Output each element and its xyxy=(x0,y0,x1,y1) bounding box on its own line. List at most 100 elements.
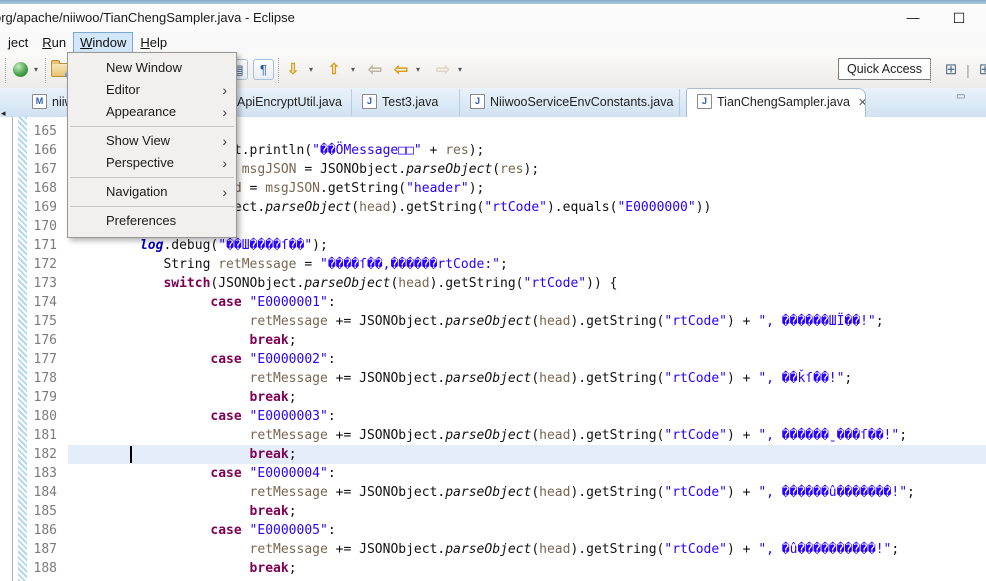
method-token: parseObject xyxy=(265,200,351,215)
code-token: += JSONObject. xyxy=(328,371,445,386)
code-line[interactable]: retMessage += JSONObject.parseObject(hea… xyxy=(68,426,986,445)
method-token: parseObject xyxy=(406,162,492,177)
previous-annotation-button[interactable]: ⇧ xyxy=(324,60,344,80)
run-dropdown-caret[interactable]: ▾ xyxy=(31,60,41,80)
back-caret[interactable]: ▾ xyxy=(413,60,423,80)
menu-item-editor[interactable]: Editor› xyxy=(68,79,236,101)
whitespace-icon: ¶ xyxy=(260,62,267,77)
back-button[interactable]: ⇦ xyxy=(390,60,412,80)
code-line[interactable]: break; xyxy=(68,502,986,521)
code-line[interactable]: case "E0000003": xyxy=(68,407,986,426)
code-token: ( xyxy=(531,485,539,500)
menubar-item-project[interactable]: ject xyxy=(1,32,35,53)
menu-item-show-view[interactable]: Show View › xyxy=(68,130,236,152)
code-line[interactable]: break; xyxy=(68,388,986,407)
menu-item-label: Perspective xyxy=(106,155,174,170)
menu-divider xyxy=(70,126,234,127)
keyword-token: case xyxy=(210,352,241,367)
code-line[interactable]: retMessage += JSONObject.parseObject(hea… xyxy=(68,369,986,388)
menu-item-label: Appearance xyxy=(106,104,176,119)
line-number: 166 xyxy=(26,141,66,160)
code-token xyxy=(93,447,250,462)
close-tab-icon[interactable]: ✕ xyxy=(858,90,866,117)
menubar-item-window[interactable]: Window xyxy=(73,32,133,53)
code-line[interactable]: break; xyxy=(68,445,986,464)
code-token: ) + xyxy=(727,542,758,557)
variable-token: retMessage xyxy=(218,257,296,272)
code-token: )) xyxy=(696,200,712,215)
variable-token: res xyxy=(500,162,523,177)
tab-label: ApiEncryptUtil.java xyxy=(237,95,342,109)
code-token: String xyxy=(93,257,218,272)
submenu-arrow-icon: › xyxy=(222,130,227,152)
tab-tianchengsampler-java[interactable]: JTianChengSampler.java✕ xyxy=(686,88,866,117)
variable-token: head xyxy=(359,200,390,215)
line-number: 187 xyxy=(26,540,66,559)
code-token: ; xyxy=(289,390,297,405)
previous-annotation-caret[interactable]: ▾ xyxy=(348,60,358,80)
tab-niiwooserviceenvconstants-java[interactable]: JNiiwooServiceEnvConstants.java xyxy=(460,89,680,116)
code-token: + xyxy=(422,143,445,158)
left-trim-bar xyxy=(0,117,13,581)
quick-access-button[interactable]: Quick Access xyxy=(838,58,931,80)
code-line[interactable]: log.debug("��Ш����ſ��"); xyxy=(68,236,986,255)
code-line[interactable]: case "E0000001": xyxy=(68,293,986,312)
tab-label: NiiwooServiceEnvConstants.java xyxy=(490,95,673,109)
menu-item-label: Editor xyxy=(106,82,140,97)
menubar-item-run[interactable]: Run xyxy=(35,32,73,53)
run-button[interactable] xyxy=(11,60,29,80)
code-line[interactable]: case "E0000002": xyxy=(68,350,986,369)
menu-item-preferences[interactable]: Preferences xyxy=(68,210,236,232)
code-token: : xyxy=(328,352,336,367)
code-line[interactable]: retMessage += JSONObject.parseObject(hea… xyxy=(68,483,986,502)
forward-caret[interactable]: ▾ xyxy=(455,60,465,80)
menu-item-navigation[interactable]: Navigation› xyxy=(68,181,236,203)
menu-divider xyxy=(70,177,234,178)
line-number: 183 xyxy=(26,464,66,483)
next-annotation-caret[interactable]: ▾ xyxy=(306,60,316,80)
method-token: parseObject xyxy=(445,371,531,386)
line-number: 177 xyxy=(26,350,66,369)
minimize-button[interactable]: — xyxy=(898,7,928,29)
show-whitespace-toggle[interactable]: ¶ xyxy=(253,59,274,80)
code-line[interactable]: break; xyxy=(68,559,986,578)
code-line[interactable]: retMessage += JSONObject.parseObject(hea… xyxy=(68,312,986,331)
forward-button[interactable]: ⇨ xyxy=(432,60,454,80)
line-number-ruler[interactable]: 1651661671681691701711721731741751761771… xyxy=(26,122,66,578)
code-line[interactable]: case "E0000004": xyxy=(68,464,986,483)
menu-item-new-window[interactable]: New Window xyxy=(68,57,236,79)
variable-token: msgJSON xyxy=(265,181,320,196)
menu-item-appearance[interactable]: Appearance› xyxy=(68,101,236,123)
code-token: ).getString( xyxy=(570,314,664,329)
java-file-icon: J xyxy=(362,94,377,109)
toolbar-separator xyxy=(45,58,46,83)
open-perspective-button[interactable]: ⊞ xyxy=(941,60,961,80)
menu-item-perspective[interactable]: Perspective› xyxy=(68,152,236,174)
method-token: parseObject xyxy=(304,276,390,291)
menubar-item-help[interactable]: Help xyxy=(133,32,174,53)
maximize-button[interactable]: ☐ xyxy=(944,7,974,29)
code-token xyxy=(93,561,250,576)
code-line[interactable]: retMessage += JSONObject.parseObject(hea… xyxy=(68,540,986,559)
line-number: 175 xyxy=(26,312,66,331)
code-token: ).getString( xyxy=(390,200,484,215)
code-token xyxy=(93,333,250,348)
code-token: += JSONObject. xyxy=(328,485,445,500)
restore-view-icon[interactable]: ◂ xyxy=(1,108,6,119)
menu-item-label: Show View xyxy=(106,133,170,148)
toolbar-separator xyxy=(5,58,6,83)
view-menu-icon[interactable]: ▭ xyxy=(956,91,965,102)
java-perspective-button[interactable]: ⊞ xyxy=(975,60,986,80)
window-menu-dropdown: New WindowEditor›Appearance›Show View›Pe… xyxy=(67,52,237,238)
eclipse-window: org/apache/niiwoo/TianChengSampler.java … xyxy=(0,0,986,581)
code-token: ; xyxy=(500,257,508,272)
code-line[interactable]: String retMessage = "����ſ��,������rtCod… xyxy=(68,255,986,274)
last-edit-location-button[interactable]: ⇦ xyxy=(364,60,386,80)
next-annotation-button[interactable]: ⇩ xyxy=(283,60,303,80)
code-line[interactable]: break; xyxy=(68,331,986,350)
code-line[interactable]: switch(JSONObject.parseObject(head).getS… xyxy=(68,274,986,293)
tab-test3-java[interactable]: JTest3.java xyxy=(352,89,460,116)
line-number: 181 xyxy=(26,426,66,445)
string-token: "rtCode" xyxy=(664,371,727,386)
code-line[interactable]: case "E0000005": xyxy=(68,521,986,540)
